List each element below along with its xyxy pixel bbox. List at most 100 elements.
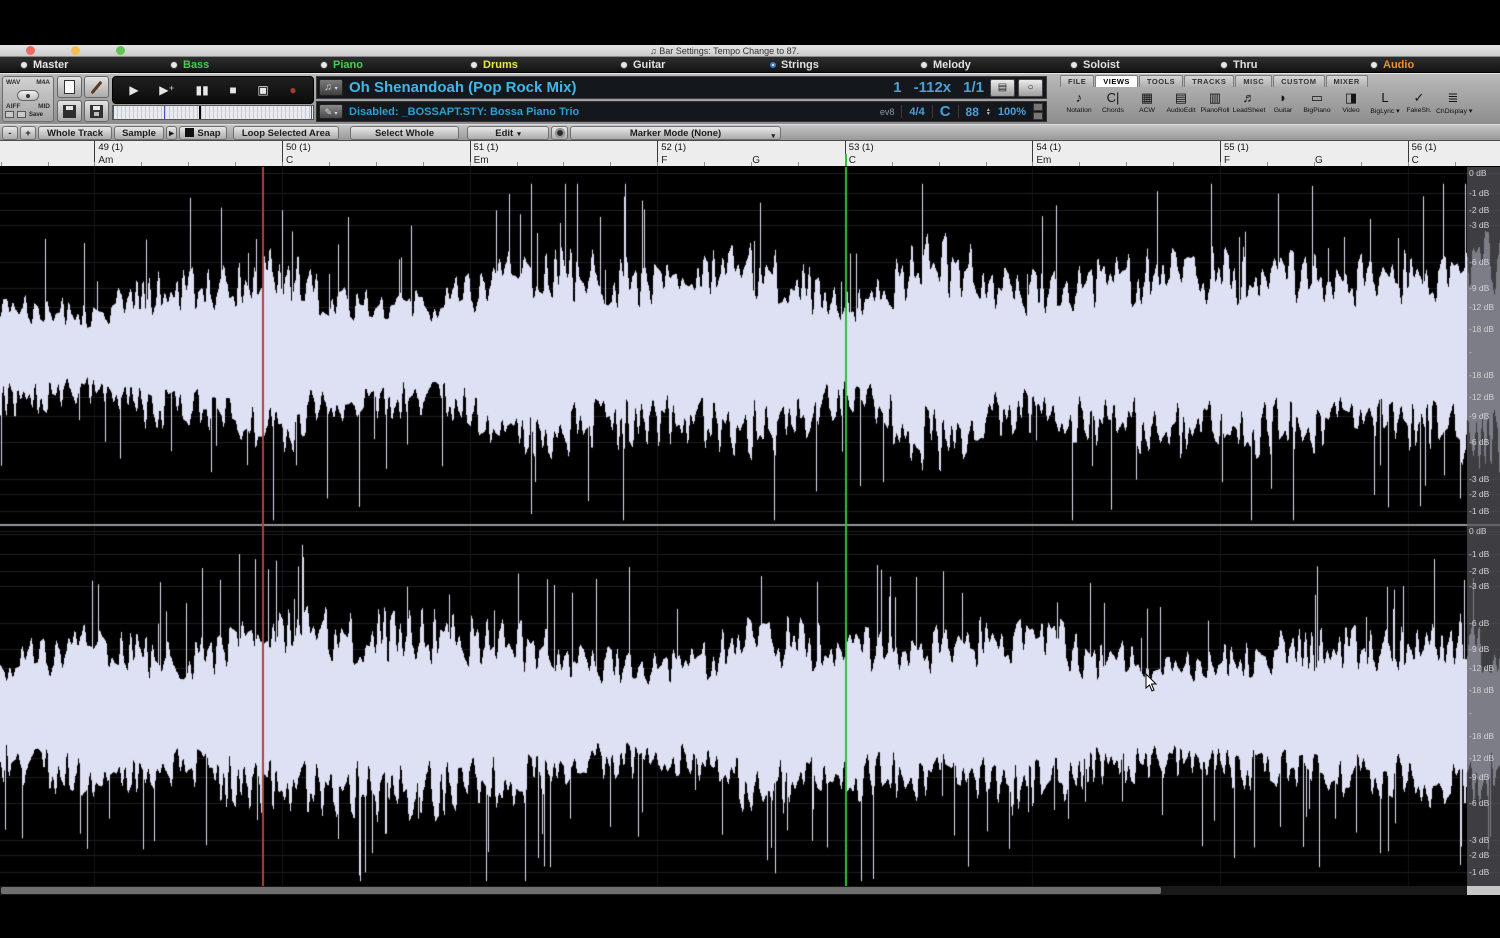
record-button[interactable]: ● (289, 84, 296, 96)
zoom-in-button[interactable]: + (20, 126, 36, 140)
view-button-biglyric[interactable]: LBigLyric ▾ (1368, 88, 1402, 124)
stop-button[interactable]: ■ (229, 84, 236, 96)
feel-value[interactable]: ev8 (880, 107, 895, 117)
tab-mixer[interactable]: MIXER (1326, 75, 1368, 87)
track-piano[interactable]: Piano (300, 57, 450, 72)
new-song-button[interactable] (57, 76, 82, 98)
beat-tick (1032, 162, 1033, 166)
track-dot[interactable] (20, 61, 28, 69)
maximize-window-button[interactable] (116, 46, 125, 55)
loop-point-button[interactable]: ○ (1018, 79, 1043, 97)
db-label: -6 dB (1469, 618, 1489, 628)
db-label: -6 dB (1469, 798, 1489, 808)
track-dot[interactable] (920, 61, 928, 69)
jump-button[interactable]: ▣ (257, 84, 268, 96)
horizontal-scrollbar[interactable] (0, 886, 1500, 895)
close-window-button[interactable] (26, 46, 35, 55)
zoom-out-button[interactable]: - (2, 126, 18, 140)
tab-misc[interactable]: MISC (1235, 75, 1272, 87)
track-soloist[interactable]: Soloist (1050, 57, 1200, 72)
track-dot[interactable] (170, 61, 178, 69)
tab-custom[interactable]: CUSTOM (1273, 75, 1324, 87)
beat-tick (939, 162, 940, 166)
track-dot[interactable] (770, 62, 776, 68)
view-button-audioedit[interactable]: ▤AudioEdit (1164, 88, 1198, 124)
view-button-guitar[interactable]: ◗Guitar (1266, 88, 1300, 124)
key-value[interactable]: C (940, 103, 951, 120)
edit-dropdown-button[interactable]: Edit▾ (467, 126, 549, 140)
tab-tracks[interactable]: TRACKS (1184, 75, 1234, 87)
style-picker-button[interactable]: ✎ ▾ (319, 104, 343, 119)
tab-file[interactable]: FILE (1060, 75, 1094, 87)
loop-selected-area-button[interactable]: Loop Selected Area (233, 126, 339, 140)
track-strings[interactable]: Strings (750, 57, 900, 72)
track-bass[interactable]: Bass (150, 57, 300, 72)
track-drums[interactable]: Drums (450, 57, 600, 72)
select-whole-button[interactable]: Select Whole (350, 126, 459, 140)
wav-button[interactable]: WAV (6, 79, 20, 86)
view-button-pianoroll[interactable]: ▥PianoRoll (1198, 88, 1232, 124)
snap-toggle[interactable]: Snap (179, 126, 227, 140)
beat-tick (563, 162, 564, 166)
mini-icon[interactable] (17, 111, 26, 118)
song-note-button[interactable]: ♫ ▾ (319, 79, 343, 96)
whole-track-button[interactable]: Whole Track (38, 126, 112, 140)
view-button-chords[interactable]: C|Chords (1096, 88, 1130, 124)
scrollbar-thumb[interactable] (1, 887, 1161, 894)
minimize-window-button[interactable] (71, 46, 80, 55)
zoom-buttons[interactable] (1033, 103, 1043, 120)
song-position-strip[interactable] (112, 105, 314, 120)
mid-button[interactable]: MID (38, 103, 50, 110)
save-as-button[interactable] (84, 100, 109, 122)
waveform-canvas[interactable] (0, 167, 1500, 886)
play-button[interactable]: ▶ (129, 84, 138, 96)
tab-tools[interactable]: TOOLS (1139, 75, 1183, 87)
track-dot[interactable] (1220, 61, 1228, 69)
view-button-video[interactable]: ◨Video (1334, 88, 1368, 124)
track-guitar[interactable]: Guitar (600, 57, 750, 72)
zoom-value[interactable]: 100% (998, 106, 1026, 118)
view-button-label: ACW (1130, 107, 1164, 114)
snap-checkbox[interactable] (185, 128, 194, 137)
audio-knob[interactable] (17, 90, 39, 101)
track-master[interactable]: Master (0, 57, 150, 72)
play-from-button[interactable]: ▶⁺ (159, 84, 175, 96)
tempo-value[interactable]: 88 (966, 105, 979, 119)
view-button-notation[interactable]: ♪Notation (1062, 88, 1096, 124)
style-box[interactable]: ✎ ▾ Disabled: _BOSSAPT.STY: Bossa Piano … (316, 101, 1047, 122)
m4a-button[interactable]: M4A (36, 79, 50, 86)
view-button-leadsheet[interactable]: ♬LeadSheet (1232, 88, 1266, 124)
track-dot[interactable] (620, 61, 628, 69)
tab-views[interactable]: VIEWS (1095, 75, 1138, 87)
waveform-area[interactable]: 0 dB-1 dB-2 dB-3 dB-6 dB-9 dB-12 dB-18 d… (0, 167, 1500, 886)
track-dot[interactable] (320, 61, 328, 69)
sample-button[interactable]: Sample (114, 126, 164, 140)
track-audio[interactable]: Audio (1350, 57, 1500, 72)
save-button[interactable] (57, 100, 82, 122)
pause-button[interactable]: ▮▮ (196, 84, 209, 96)
timeline-ruler[interactable]: 49 (1)Am50 (1)C51 (1)Em52 (1)FG53 (1)C54… (0, 141, 1500, 167)
view-button-bigpiano[interactable]: ▭BigPiano (1300, 88, 1334, 124)
aiff-button[interactable]: AIFF (6, 103, 20, 110)
track-dot[interactable] (1070, 61, 1078, 69)
mini-icon[interactable] (5, 111, 14, 118)
open-song-button[interactable] (84, 76, 109, 98)
song-title-box[interactable]: ♫ ▾ Oh Shenandoah (Pop Rock Mix) 1 -112x… (316, 76, 1047, 99)
track-thru[interactable]: Thru (1200, 57, 1350, 72)
tempo-spinner[interactable]: ▲▼ (986, 108, 991, 116)
time-signature[interactable]: 4/4 (909, 106, 924, 118)
view-button-chdisplay[interactable]: ≣ChDisplay ▾ (1436, 88, 1470, 124)
track-dot[interactable] (470, 61, 478, 69)
settings-gear-button[interactable] (551, 126, 568, 140)
track-dot[interactable] (1370, 61, 1378, 69)
position-cursor[interactable] (199, 106, 201, 119)
sample-dropdown-button[interactable]: ▸ (166, 126, 177, 140)
chorus-counter: 1/1 (963, 79, 984, 96)
save-mini-button[interactable]: Save (29, 112, 43, 118)
memo-button[interactable]: ▤ (990, 79, 1015, 97)
track-melody[interactable]: Melody (900, 57, 1050, 72)
marker-mode-dropdown[interactable]: Marker Mode (None)▾ (570, 126, 781, 140)
view-button-acw[interactable]: ▦ACW (1130, 88, 1164, 124)
view-button-fakesh[interactable]: ✓FakeSh. (1402, 88, 1436, 124)
timeline-playhead[interactable] (845, 154, 847, 167)
